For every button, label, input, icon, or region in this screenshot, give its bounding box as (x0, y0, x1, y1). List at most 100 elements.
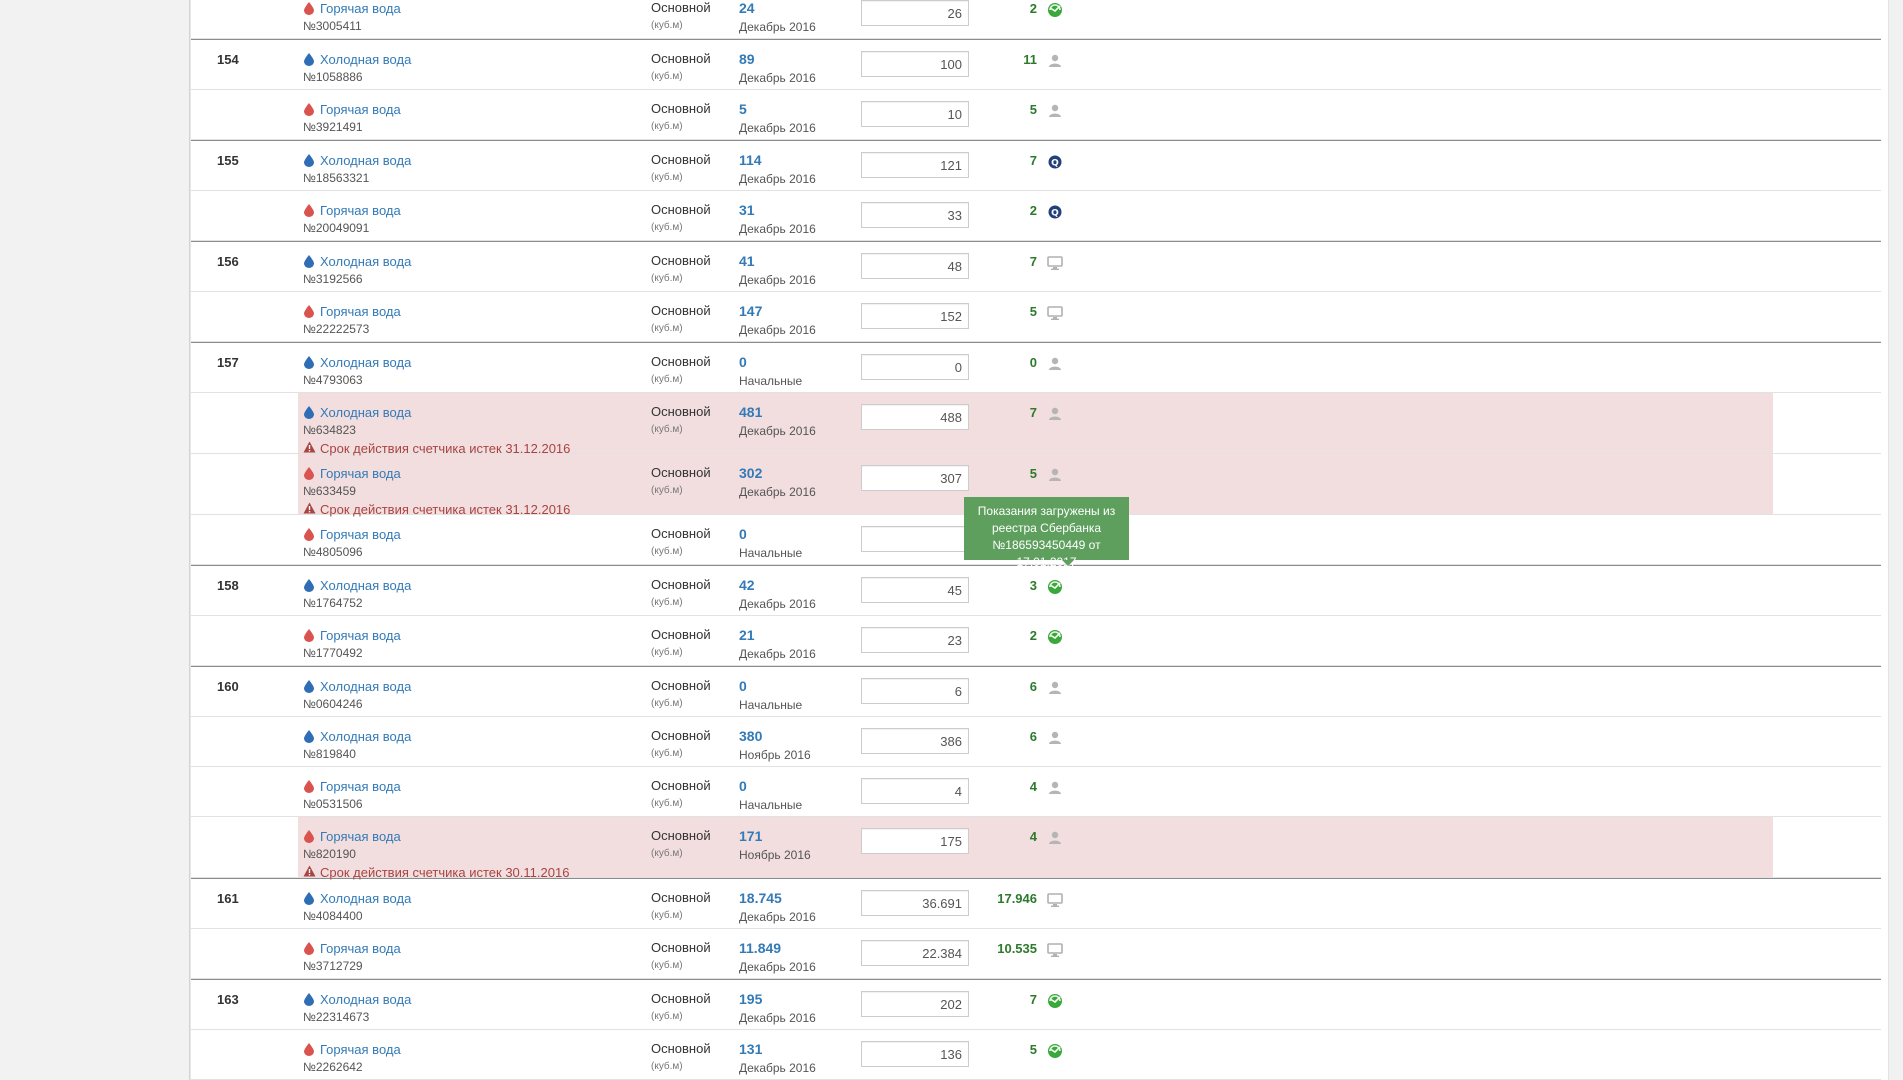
person-icon[interactable] (1046, 52, 1064, 70)
vertical-scrollbar[interactable] (1888, 0, 1903, 1080)
sberbank-icon[interactable] (1046, 1042, 1064, 1060)
blue-circle-icon[interactable]: Q (1046, 153, 1064, 171)
monitor-icon[interactable] (1046, 941, 1064, 959)
monitor-icon[interactable] (1046, 891, 1064, 909)
service-link[interactable]: Горячая вода (320, 628, 401, 643)
table-row: Холодная вода №634823 Срок действия счетчи… (191, 393, 1881, 456)
reading-period: Декабрь 2016 (739, 597, 816, 611)
person-icon[interactable] (1046, 102, 1064, 120)
sberbank-icon[interactable] (1046, 992, 1064, 1010)
current-reading-input[interactable] (861, 152, 969, 178)
sberbank-icon[interactable] (1046, 628, 1064, 646)
current-reading-input[interactable] (861, 526, 969, 552)
current-reading-input[interactable] (861, 828, 969, 854)
reading-period: Декабрь 2016 (739, 1011, 816, 1025)
hot-water-drop-icon (303, 466, 314, 480)
blue-circle-icon[interactable]: Q (1046, 203, 1064, 221)
current-reading-input[interactable] (861, 678, 969, 704)
current-reading-input[interactable] (861, 51, 969, 77)
service-link[interactable]: Горячая вода (320, 1, 401, 16)
service-link[interactable]: Холодная вода (320, 355, 411, 370)
person-icon[interactable] (1046, 405, 1064, 423)
meter-serial: №0604246 (303, 697, 363, 711)
current-reading-input[interactable] (861, 404, 969, 430)
service-link[interactable]: Горячая вода (320, 527, 401, 542)
warning-text: Срок действия счетчика истек 31.12.2016 (320, 502, 571, 517)
tariff-label: Основной (651, 202, 711, 217)
service-link[interactable]: Горячая вода (320, 829, 401, 844)
person-icon[interactable] (1046, 779, 1064, 797)
previous-reading: 131 (739, 1041, 763, 1057)
service-link[interactable]: Холодная вода (320, 992, 411, 1007)
hot-water-drop-icon (303, 628, 314, 642)
current-reading-input[interactable] (861, 890, 969, 916)
current-reading-input[interactable] (861, 991, 969, 1017)
current-reading-input[interactable] (861, 202, 969, 228)
person-icon[interactable] (1046, 466, 1064, 484)
reading-period: Декабрь 2016 (739, 1061, 816, 1075)
meter-expired-warning: Срок действия счетчика истек 31.12.2016 (303, 502, 570, 517)
warning-triangle-icon (303, 441, 320, 456)
person-icon[interactable] (1046, 679, 1064, 697)
hot-water-drop-icon (303, 203, 314, 217)
person-icon[interactable] (1046, 729, 1064, 747)
service-link[interactable]: Холодная вода (320, 52, 411, 67)
service-link[interactable]: Горячая вода (320, 1042, 401, 1057)
tariff-label: Основной (651, 1041, 711, 1056)
monitor-icon[interactable] (1046, 304, 1064, 322)
svg-text:Q: Q (1051, 209, 1059, 219)
current-reading-input[interactable] (861, 577, 969, 603)
unit-label: (куб.м) (651, 485, 683, 496)
service-link[interactable]: Холодная вода (320, 254, 411, 269)
person-icon[interactable] (1046, 355, 1064, 373)
service-link[interactable]: Холодная вода (320, 679, 411, 694)
current-reading-input[interactable] (861, 303, 969, 329)
service-link[interactable]: Горячая вода (320, 304, 401, 319)
service-link[interactable]: Холодная вода (320, 891, 411, 906)
service-link[interactable]: Горячая вода (320, 203, 401, 218)
unit-label: (куб.м) (651, 910, 683, 921)
monitor-icon[interactable] (1046, 254, 1064, 272)
consumption-value: 3 (1029, 578, 1037, 593)
consumption-value: 5 (1029, 466, 1037, 481)
person-icon[interactable] (1046, 829, 1064, 847)
current-reading-input[interactable] (861, 627, 969, 653)
left-sidebar (0, 0, 190, 1080)
previous-reading: 481 (739, 404, 763, 420)
service-link[interactable]: Холодная вода (320, 729, 411, 744)
tariff-label: Основной (651, 678, 711, 693)
current-reading-input[interactable] (861, 940, 969, 966)
previous-reading: 0 (739, 354, 747, 370)
tariff-label: Основной (651, 51, 711, 66)
current-reading-input[interactable] (861, 778, 969, 804)
meter-serial: №0531506 (303, 797, 363, 811)
previous-reading: 11.849 (739, 940, 782, 956)
current-reading-input[interactable] (861, 1041, 969, 1067)
current-reading-input[interactable] (861, 101, 969, 127)
cold-water-drop-icon (303, 729, 314, 743)
tariff-label: Основной (651, 778, 711, 793)
meter-serial: №1058886 (303, 70, 363, 84)
service-link[interactable]: Холодная вода (320, 153, 411, 168)
current-reading-input[interactable] (861, 465, 969, 491)
service-link[interactable]: Холодная вода (320, 405, 411, 420)
unit-label: (куб.м) (651, 121, 683, 132)
unit-label: (куб.м) (651, 546, 683, 557)
service-link[interactable]: Горячая вода (320, 102, 401, 117)
service-link[interactable]: Горячая вода (320, 779, 401, 794)
meter-serial: №4793063 (303, 373, 363, 387)
reading-period: Ноябрь 2016 (739, 848, 811, 862)
current-reading-input[interactable] (861, 728, 969, 754)
service-link[interactable]: Горячая вода (320, 466, 401, 481)
sberbank-icon[interactable] (1046, 1, 1064, 19)
current-reading-input[interactable] (861, 253, 969, 279)
current-reading-input[interactable] (861, 0, 969, 26)
sberbank-icon[interactable] (1046, 578, 1064, 596)
consumption-value: 7 (1029, 992, 1037, 1007)
previous-reading: 18.745 (739, 890, 782, 906)
service-link[interactable]: Холодная вода (320, 578, 411, 593)
current-reading-input[interactable] (861, 354, 969, 380)
reading-period: Начальные (739, 546, 803, 560)
service-link[interactable]: Горячая вода (320, 941, 401, 956)
consumption-value: 4 (1029, 829, 1037, 844)
